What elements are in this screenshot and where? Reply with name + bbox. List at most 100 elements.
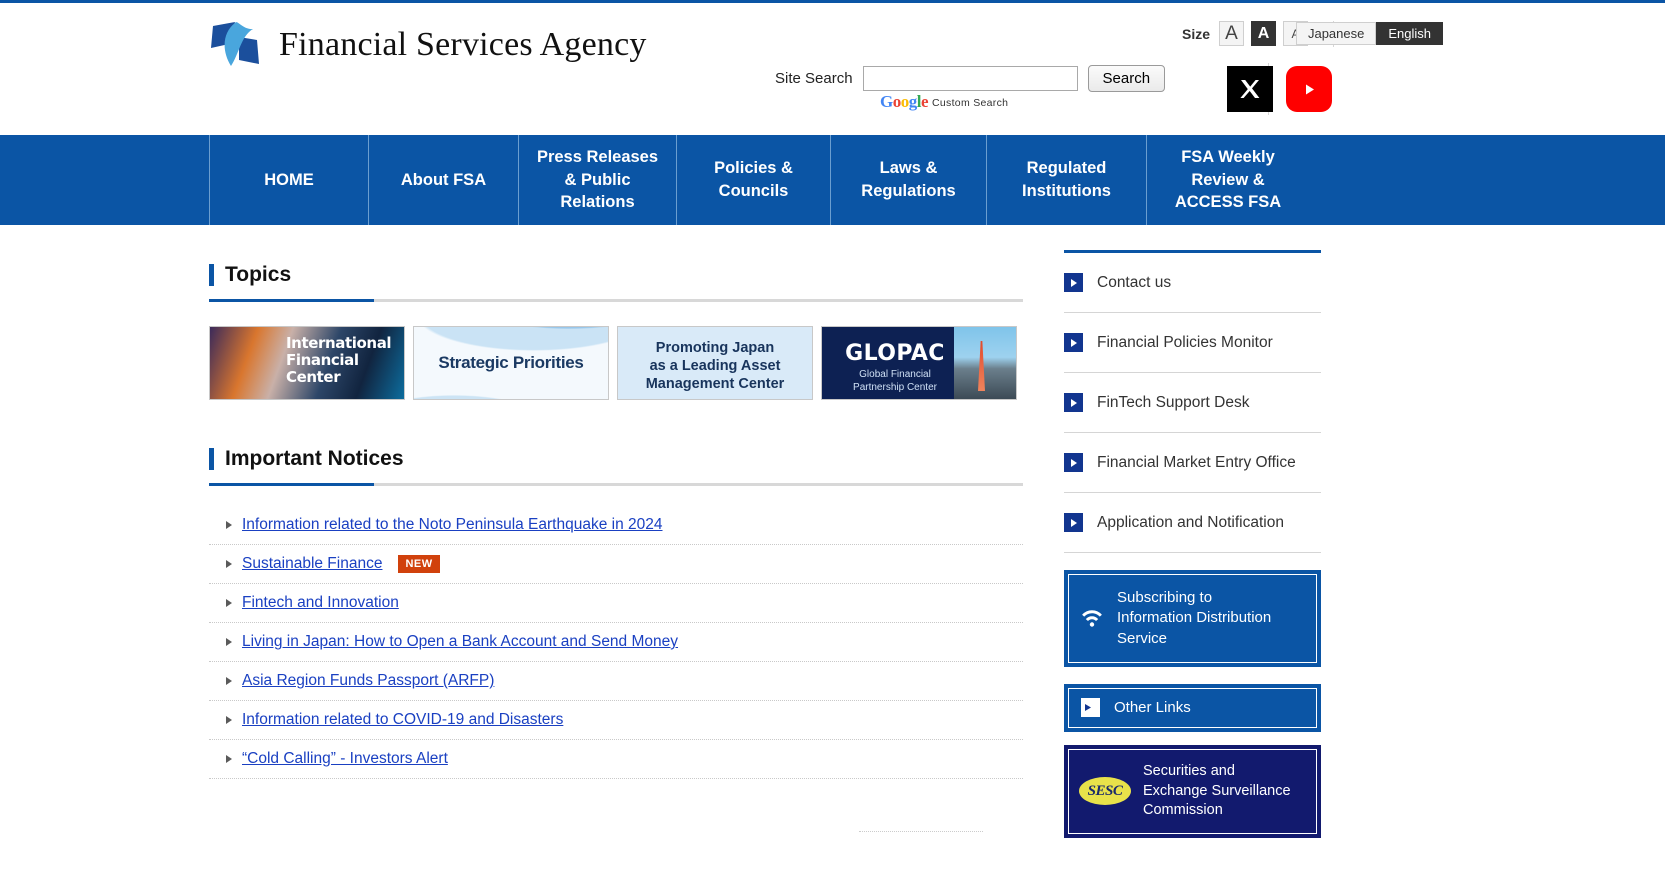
font-size-label: Size — [1181, 25, 1210, 42]
notice-link[interactable]: Asia Region Funds Passport (ARFP) — [242, 672, 494, 690]
sidebar-item-financial-market-entry-office[interactable]: Financial Market Entry Office — [1064, 433, 1321, 493]
custom-search-label: Custom Search — [932, 97, 1009, 109]
nav-right-spacer — [1309, 135, 1665, 225]
content-bottom-divider — [859, 831, 983, 832]
nav-item-fsa-weekly-review[interactable]: FSA Weekly Review & ACCESS FSA — [1146, 135, 1309, 225]
nav-item-home[interactable]: HOME — [209, 135, 368, 225]
subscribe-line2: Information Distribution — [1117, 609, 1272, 627]
list-item[interactable]: Asia Region Funds Passport (ARFP) — [209, 662, 1023, 701]
nav-item-regulated-institutions[interactable]: Regulated Institutions — [986, 135, 1146, 225]
sidebar-item-label: Contact us — [1097, 273, 1172, 291]
x-twitter-icon[interactable] — [1227, 66, 1273, 112]
google-logo: Google — [880, 92, 929, 111]
bullet-triangle-icon — [226, 755, 232, 763]
nav-item-laws-regulations[interactable]: Laws & Regulations — [830, 135, 986, 225]
notice-link[interactable]: Information related to COVID-19 and Disa… — [242, 711, 563, 729]
notices-accent-bar — [209, 448, 214, 470]
sidebar-box-other-links[interactable]: Other Links — [1064, 683, 1321, 732]
sidebar-box-subscribe[interactable]: Subscribing to Information Distribution … — [1064, 570, 1321, 667]
banner-4-subtitle1: Global Financial — [859, 369, 931, 380]
sesc-line3: Commission — [1143, 802, 1223, 819]
language-japanese-button[interactable]: Japanese — [1295, 22, 1377, 45]
sidebar-item-label: Financial Policies Monitor — [1097, 333, 1273, 351]
notice-link[interactable]: Information related to the Noto Peninsul… — [242, 516, 663, 534]
list-item[interactable]: Fintech and Innovation — [209, 584, 1023, 623]
topics-heading: Topics — [209, 263, 1023, 287]
language-switcher: Japanese English — [1295, 22, 1443, 45]
subscribe-line3: Service — [1117, 629, 1168, 647]
list-item[interactable]: “Cold Calling” - Investors Alert — [209, 740, 1023, 779]
search-button[interactable]: Search — [1087, 65, 1166, 92]
topics-title: Topics — [225, 263, 292, 286]
important-notices-title: Important Notices — [225, 447, 404, 470]
font-size-large-button[interactable]: A — [1219, 21, 1244, 46]
list-item[interactable]: Sustainable Finance NEW — [209, 545, 1023, 584]
site-search: Site Search Search — [775, 65, 1166, 92]
sidebar-box-other-links-label: Other Links — [1114, 698, 1191, 716]
banner-asset-management-center[interactable]: Promoting Japan as a Leading Asset Manag… — [617, 326, 813, 400]
sidebar-box-sesc[interactable]: SESC Securities and Exchange Surveillanc… — [1064, 745, 1321, 838]
font-size-switcher: Size A A A — [1182, 21, 1308, 46]
content-column: Topics International Financial Center St… — [209, 250, 1023, 838]
banner-2-caption: Strategic Priorities — [438, 353, 584, 372]
important-notices-heading: Important Notices — [209, 447, 1023, 471]
list-item[interactable]: Living in Japan: How to Open a Bank Acco… — [209, 623, 1023, 662]
sesc-logo-icon: SESC — [1079, 777, 1131, 806]
site-logo-text: Financial Services Agency — [279, 26, 647, 63]
banner-1-caption: International Financial Center — [286, 335, 398, 385]
banner-4-caption: GLOPAC Global Financial Partnership Cent… — [832, 343, 958, 394]
nav-left-spacer — [0, 135, 209, 225]
banner-strategic-priorities[interactable]: Strategic Priorities — [413, 326, 609, 400]
banner-international-financial-center[interactable]: International Financial Center — [209, 326, 405, 400]
nav-item-press-releases[interactable]: Press Releases & Public Relations — [518, 135, 676, 225]
sesc-text: Securities and Exchange Surveillance Com… — [1143, 762, 1291, 821]
language-english-button[interactable]: English — [1376, 22, 1443, 45]
banner-3-caption: Promoting Japan as a Leading Asset Manag… — [618, 339, 812, 393]
rss-feed-icon — [1081, 609, 1103, 628]
sidebar-box-sesc-inner: SESC Securities and Exchange Surveillanc… — [1068, 749, 1317, 834]
sidebar-box-subscribe-text: Subscribing to Information Distribution … — [1117, 588, 1271, 649]
social-links — [1227, 66, 1332, 112]
topics-accent-bar — [209, 264, 214, 286]
notice-link[interactable]: Sustainable Finance — [242, 555, 382, 573]
banner-1-line2: Financial — [286, 350, 359, 369]
main-navigation: HOME About FSA Press Releases & Public R… — [0, 135, 1665, 225]
notice-link[interactable]: “Cold Calling” - Investors Alert — [242, 750, 448, 768]
sesc-line2: Exchange Surveillance — [1143, 782, 1291, 799]
sidebar-item-fintech-support-desk[interactable]: FinTech Support Desk — [1064, 373, 1321, 433]
page-root: Financial Services Agency Size A A A Jap… — [0, 0, 1665, 875]
search-input[interactable] — [862, 66, 1078, 91]
sidebar-box-subscribe-inner: Subscribing to Information Distribution … — [1068, 574, 1317, 663]
sidebar-item-label: Application and Notification — [1097, 513, 1284, 531]
main-content: Topics International Financial Center St… — [0, 225, 1665, 838]
site-search-label: Site Search — [775, 70, 853, 87]
sidebar-item-financial-policies-monitor[interactable]: Financial Policies Monitor — [1064, 313, 1321, 373]
notice-link[interactable]: Living in Japan: How to Open a Bank Acco… — [242, 633, 678, 651]
list-item[interactable]: Information related to the Noto Peninsul… — [209, 506, 1023, 545]
status-badge: NEW — [398, 555, 440, 573]
site-logo[interactable]: Financial Services Agency — [209, 20, 647, 70]
arrow-right-icon — [1064, 333, 1083, 352]
nav-item-policies-councils[interactable]: Policies & Councils — [676, 135, 830, 225]
youtube-icon[interactable] — [1286, 66, 1332, 112]
list-item[interactable]: Information related to COVID-19 and Disa… — [209, 701, 1023, 740]
bullet-triangle-icon — [226, 716, 232, 724]
topics-rule — [209, 299, 1023, 302]
sidebar-box-other-links-inner: Other Links — [1068, 687, 1317, 728]
sidebar-item-label: FinTech Support Desk — [1097, 393, 1250, 411]
topics-banners: International Financial Center Strategic… — [209, 326, 1023, 400]
sidebar-item-application-and-notification[interactable]: Application and Notification — [1064, 493, 1321, 553]
banner-4-photo — [954, 327, 1016, 399]
important-notices-list: Information related to the Noto Peninsul… — [209, 506, 1023, 779]
banner-glopac[interactable]: GLOPAC Global Financial Partnership Cent… — [821, 326, 1017, 400]
notice-link[interactable]: Fintech and Innovation — [242, 594, 399, 612]
arrow-right-icon — [1081, 698, 1100, 718]
fsa-logo-icon — [209, 20, 269, 70]
sidebar-item-contact-us[interactable]: Contact us — [1064, 253, 1321, 313]
font-size-medium-button[interactable]: A — [1251, 21, 1276, 46]
nav-item-about-fsa[interactable]: About FSA — [368, 135, 518, 225]
bullet-triangle-icon — [226, 560, 232, 568]
notices-rule — [209, 483, 1023, 486]
sidebar-item-label: Financial Market Entry Office — [1097, 453, 1296, 471]
banner-4-subtitle2: Partnership Center — [853, 381, 937, 393]
